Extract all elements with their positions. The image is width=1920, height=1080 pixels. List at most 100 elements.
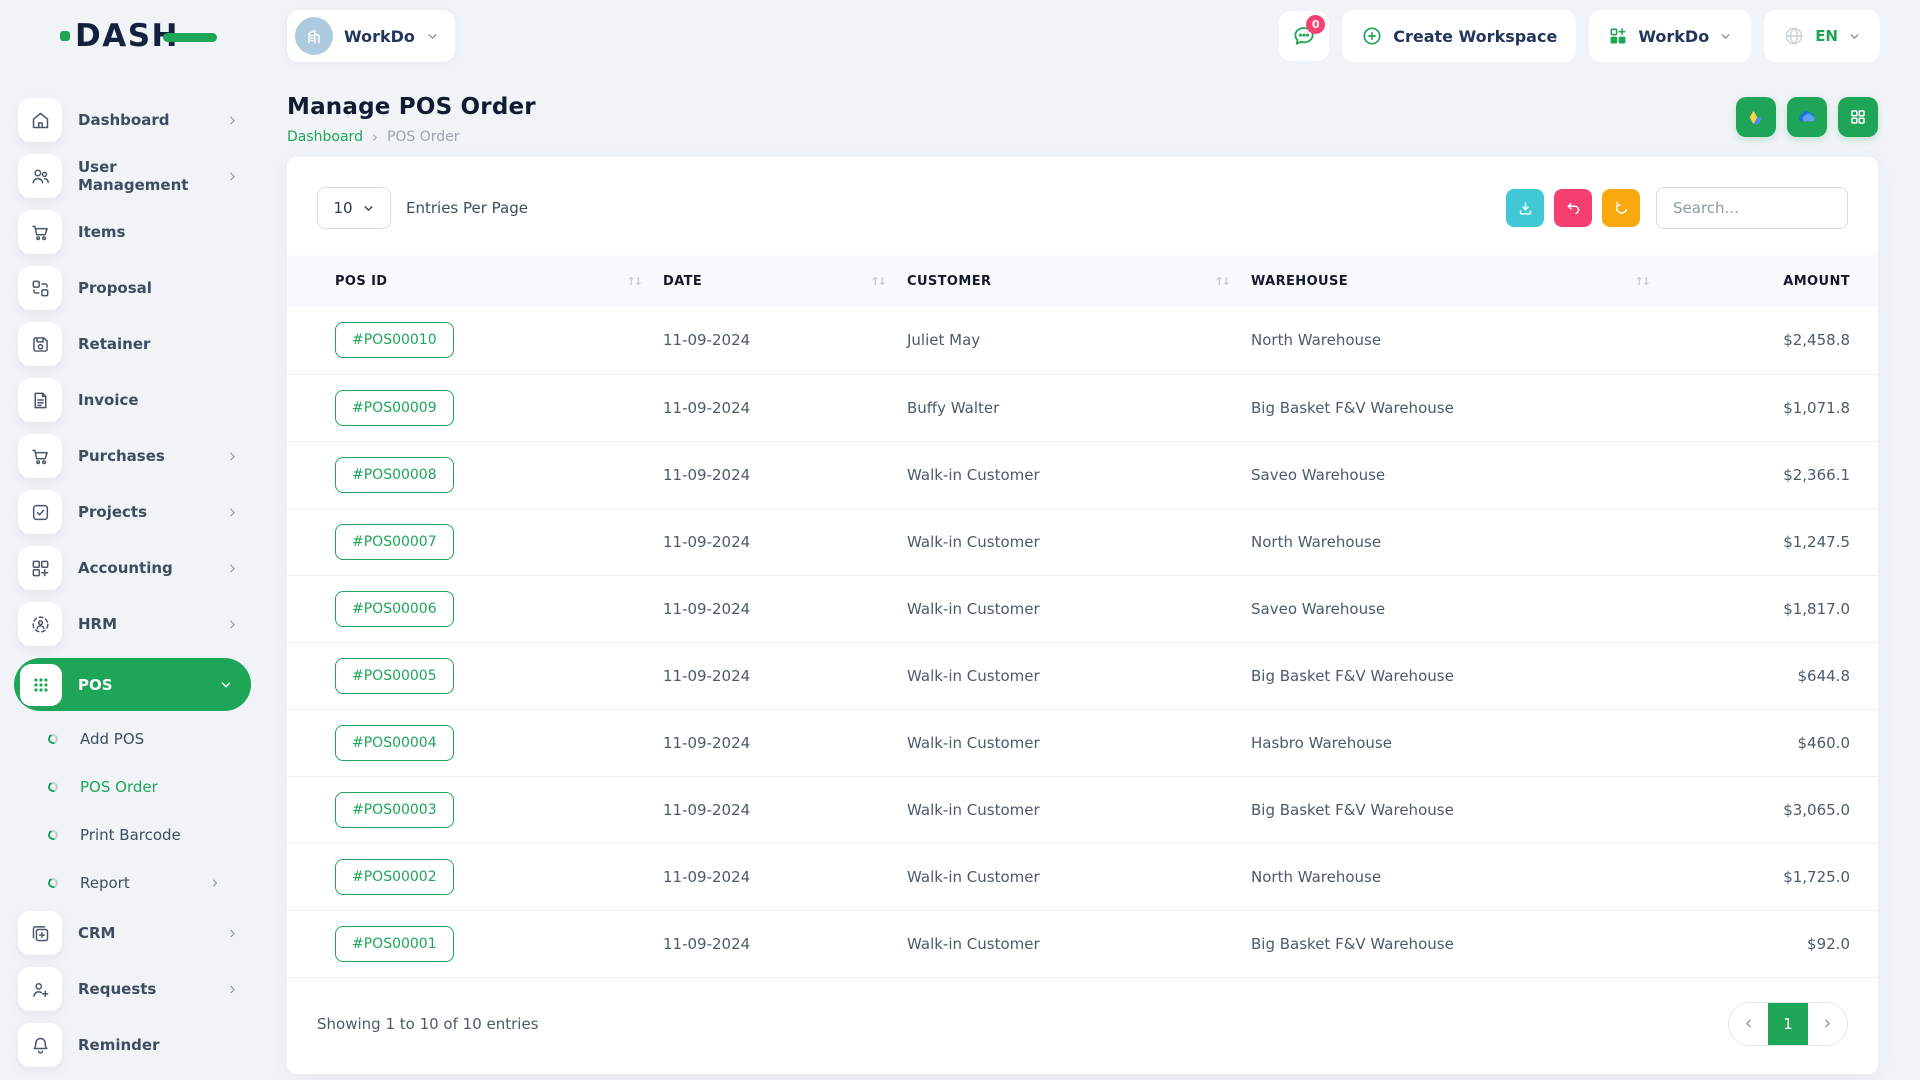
column-header-date[interactable]: DATE↑↓ xyxy=(663,255,907,307)
workdo-apps-button[interactable]: WorkDo xyxy=(1589,10,1751,62)
chevron-down-icon xyxy=(1719,30,1732,43)
language-selector[interactable]: EN xyxy=(1764,10,1880,62)
sidebar-subitem-print-barcode[interactable]: Print Barcode xyxy=(48,811,247,859)
plus-circle-icon xyxy=(1361,25,1383,47)
chevron-down-icon xyxy=(426,30,439,43)
app-logo[interactable]: DASH xyxy=(60,21,217,52)
bullet-icon xyxy=(46,780,59,793)
sort-icon: ↑↓ xyxy=(1215,275,1229,288)
column-header-warehouse[interactable]: WAREHOUSE↑↓ xyxy=(1251,255,1671,307)
sidebar-item-projects[interactable]: Projects xyxy=(18,490,247,534)
pos-id-link[interactable]: #POS00002 xyxy=(335,859,454,895)
google-drive-button[interactable] xyxy=(1736,97,1776,137)
grid-view-button[interactable] xyxy=(1838,97,1878,137)
pos-id-link[interactable]: #POS00003 xyxy=(335,792,454,828)
pos-table-body: #POS0001011-09-2024Juliet MayNorth Wareh… xyxy=(287,307,1878,977)
pos-id-link[interactable]: #POS00001 xyxy=(335,926,454,962)
user-plus-icon xyxy=(18,967,62,1011)
pos-id-link[interactable]: #POS00010 xyxy=(335,322,454,358)
chevron-right-icon xyxy=(226,618,239,631)
refresh-button[interactable] xyxy=(1602,189,1640,227)
bullet-icon xyxy=(46,828,59,841)
sidebar-item-proposal[interactable]: Proposal xyxy=(18,266,247,310)
sidebar-item-requests[interactable]: Requests xyxy=(18,967,247,1011)
sort-icon: ↑↓ xyxy=(627,275,641,288)
sidebar-item-user-management[interactable]: User Management xyxy=(18,154,247,198)
chevron-down-icon xyxy=(362,202,375,215)
table-row: #POS0000711-09-2024Walk-in CustomerNorth… xyxy=(287,508,1878,575)
workspace-selector[interactable]: WorkDo xyxy=(287,10,455,62)
warehouse-cell: Big Basket F&V Warehouse xyxy=(1251,910,1671,977)
sidebar-item-accounting[interactable]: Accounting xyxy=(18,546,247,590)
sidebar-item-crm[interactable]: CRM xyxy=(18,911,247,955)
sidebar-item-pos[interactable]: POS xyxy=(14,658,251,711)
amount-cell: $1,247.5 xyxy=(1671,508,1878,575)
sidebar-subitem-pos-order[interactable]: POS Order xyxy=(48,763,247,811)
column-header-amount[interactable]: AMOUNT xyxy=(1671,255,1878,307)
export-button[interactable] xyxy=(1506,189,1544,227)
warehouse-cell: Hasbro Warehouse xyxy=(1251,709,1671,776)
column-header-customer[interactable]: CUSTOMER↑↓ xyxy=(907,255,1251,307)
column-header-pos-id[interactable]: POS ID↑↓ xyxy=(287,255,663,307)
chevron-right-icon xyxy=(1821,1017,1834,1030)
pos-id-cell: #POS00001 xyxy=(287,910,663,977)
sidebar-subitem-add-pos[interactable]: Add POS xyxy=(48,715,247,763)
date-cell: 11-09-2024 xyxy=(663,843,907,910)
date-cell: 11-09-2024 xyxy=(663,709,907,776)
amount-cell: $1,071.8 xyxy=(1671,374,1878,441)
pos-id-link[interactable]: #POS00007 xyxy=(335,524,454,560)
pos-id-cell: #POS00002 xyxy=(287,843,663,910)
pos-id-link[interactable]: #POS00004 xyxy=(335,725,454,761)
sort-icon: ↑↓ xyxy=(871,275,885,288)
chevron-right-icon xyxy=(226,927,239,940)
pos-id-link[interactable]: #POS00005 xyxy=(335,658,454,694)
sidebar-item-purchases[interactable]: Purchases xyxy=(18,434,247,478)
sidebar-item-hrm[interactable]: HRM xyxy=(18,602,247,646)
messages-button[interactable]: 0 xyxy=(1279,11,1329,61)
sidebar-item-reminder[interactable]: Reminder xyxy=(18,1023,247,1067)
sidebar-item-retainer[interactable]: Retainer xyxy=(18,322,247,366)
warehouse-cell: Big Basket F&V Warehouse xyxy=(1251,776,1671,843)
breadcrumb-link-dashboard[interactable]: Dashboard xyxy=(287,129,363,145)
pagination: 1 xyxy=(1728,1002,1848,1046)
customer-cell: Walk-in Customer xyxy=(907,575,1251,642)
sidebar-subitem-report[interactable]: Report xyxy=(48,859,247,907)
next-page-button[interactable] xyxy=(1808,1003,1847,1045)
table-row: #POS0000111-09-2024Walk-in CustomerBig B… xyxy=(287,910,1878,977)
customer-cell: Walk-in Customer xyxy=(907,441,1251,508)
customer-cell: Walk-in Customer xyxy=(907,709,1251,776)
google-drive-icon xyxy=(1746,107,1766,127)
page-1-button[interactable]: 1 xyxy=(1768,1003,1808,1045)
undo-button[interactable] xyxy=(1554,189,1592,227)
entries-per-page-label: Entries Per Page xyxy=(406,199,528,217)
pos-id-link[interactable]: #POS00009 xyxy=(335,390,454,426)
refresh-icon xyxy=(1613,200,1630,217)
entries-per-page-select[interactable]: 10 xyxy=(317,187,391,229)
workspace-avatar xyxy=(295,17,333,55)
create-workspace-button[interactable]: Create Workspace xyxy=(1342,10,1576,62)
search-input[interactable] xyxy=(1656,187,1848,229)
customer-cell: Walk-in Customer xyxy=(907,776,1251,843)
amount-cell: $460.0 xyxy=(1671,709,1878,776)
table-row: #POS0000611-09-2024Walk-in CustomerSaveo… xyxy=(287,575,1878,642)
sidebar-item-dashboard[interactable]: Dashboard xyxy=(18,98,247,142)
date-cell: 11-09-2024 xyxy=(663,642,907,709)
sort-icon: ↑↓ xyxy=(1635,275,1649,288)
pos-id-link[interactable]: #POS00008 xyxy=(335,457,454,493)
home-icon xyxy=(18,98,62,142)
pos-id-cell: #POS00004 xyxy=(287,709,663,776)
table-row: #POS0000211-09-2024Walk-in CustomerNorth… xyxy=(287,843,1878,910)
date-cell: 11-09-2024 xyxy=(663,307,907,374)
amount-cell: $2,458.8 xyxy=(1671,307,1878,374)
sidebar-item-items[interactable]: Items xyxy=(18,210,247,254)
onedrive-button[interactable] xyxy=(1787,97,1827,137)
previous-page-button[interactable] xyxy=(1729,1003,1768,1045)
head-actions xyxy=(1736,97,1878,137)
customer-cell: Buffy Walter xyxy=(907,374,1251,441)
globe-icon xyxy=(1783,25,1805,47)
chevron-left-icon xyxy=(1742,1017,1755,1030)
chevron-right-icon xyxy=(226,983,239,996)
pos-id-link[interactable]: #POS00006 xyxy=(335,591,454,627)
amount-cell: $3,065.0 xyxy=(1671,776,1878,843)
sidebar-item-invoice[interactable]: Invoice xyxy=(18,378,247,422)
